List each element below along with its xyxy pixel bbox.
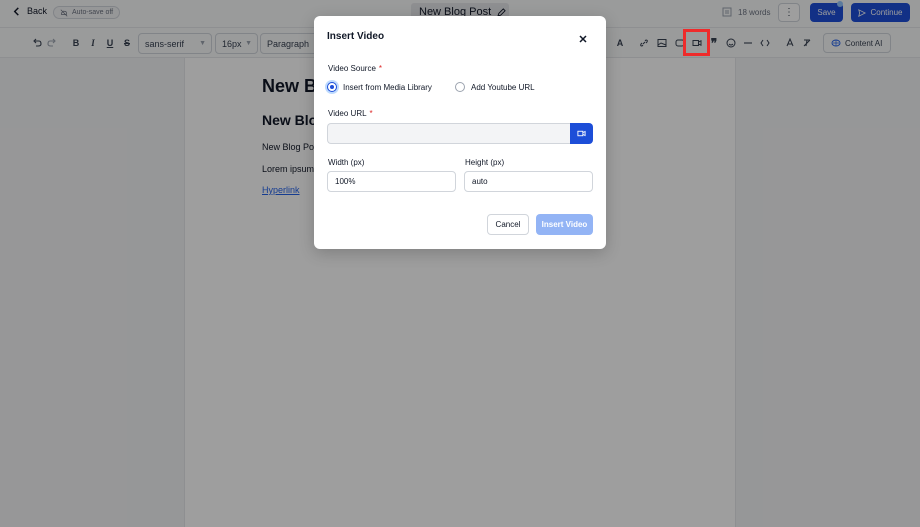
width-input[interactable]: 100% (327, 171, 456, 192)
height-input[interactable]: auto (464, 171, 593, 192)
insert-video-button[interactable]: Insert Video (536, 214, 593, 235)
radio-youtube-url-label: Add Youtube URL (471, 82, 535, 92)
modal-title: Insert Video (327, 31, 385, 42)
close-icon[interactable] (578, 31, 590, 43)
video-source-label: Video Source * (328, 64, 382, 73)
radio-youtube-url[interactable]: Add Youtube URL (455, 82, 535, 92)
required-mark: * (378, 64, 383, 73)
video-url-label: Video URL * (328, 109, 373, 118)
radio-media-library-indicator[interactable] (327, 82, 337, 92)
required-mark: * (369, 109, 373, 118)
video-button-highlight (683, 29, 710, 56)
width-label: Width (px) (328, 158, 365, 167)
height-label: Height (px) (465, 158, 505, 167)
video-url-label-text: Video URL (328, 109, 367, 118)
cancel-button[interactable]: Cancel (487, 214, 529, 235)
radio-media-library-label: Insert from Media Library (343, 82, 432, 92)
radio-youtube-url-indicator[interactable] (455, 82, 465, 92)
radio-media-library[interactable]: Insert from Media Library (327, 82, 432, 92)
video-source-label-text: Video Source (328, 64, 376, 73)
video-url-input[interactable] (327, 123, 570, 144)
select-video-button[interactable] (570, 123, 593, 144)
insert-video-modal: Insert Video Video Source * Insert from M… (314, 16, 606, 249)
video-icon (577, 130, 586, 137)
